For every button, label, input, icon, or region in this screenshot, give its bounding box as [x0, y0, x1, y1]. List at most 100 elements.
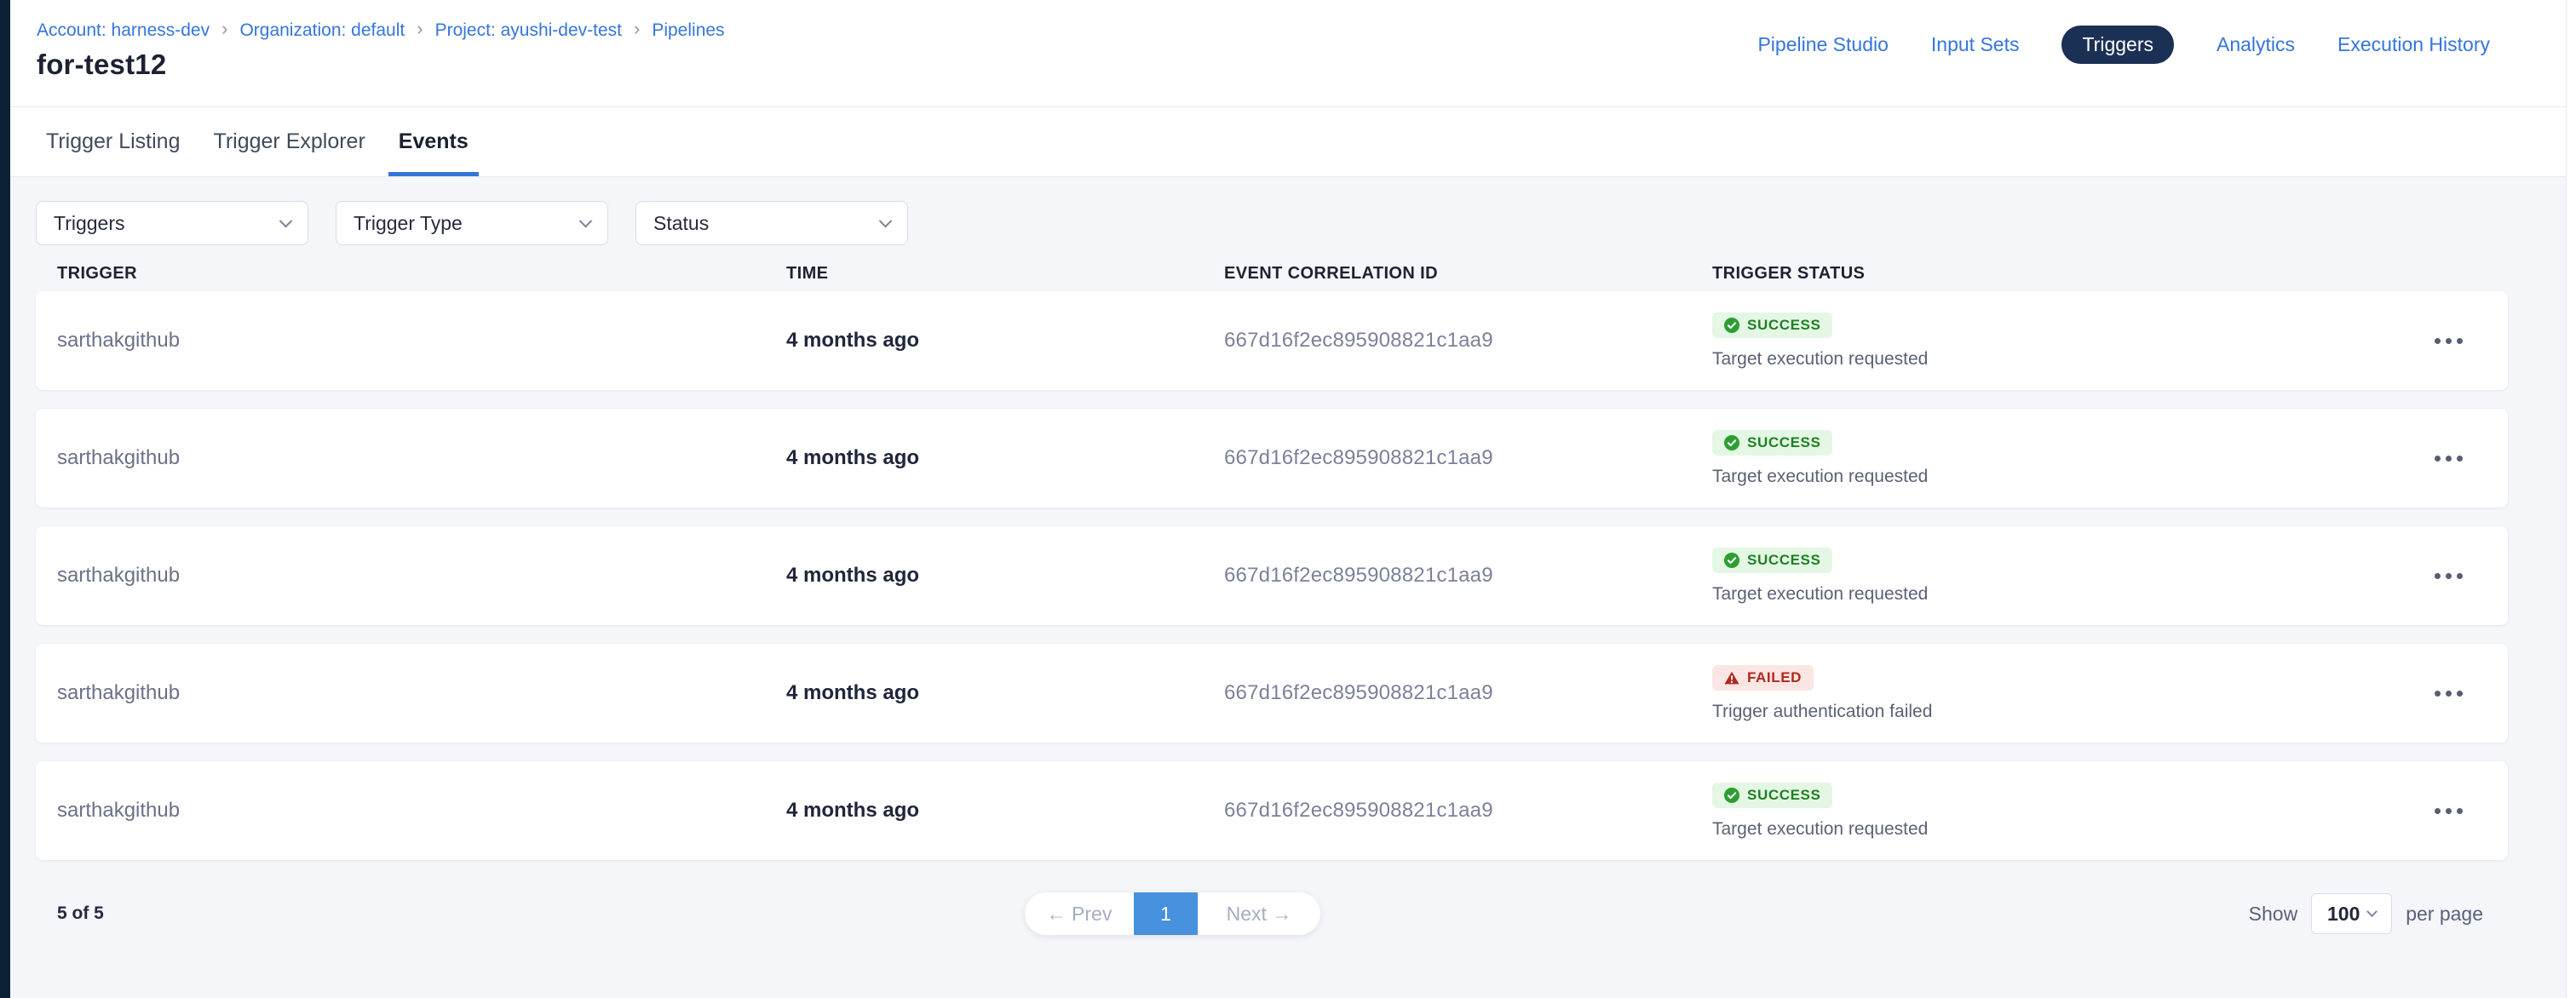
- status-detail-text: Target execution requested: [1712, 467, 1928, 487]
- event-time: 4 months ago: [786, 681, 1224, 705]
- trigger-name: sarthakgithub: [57, 329, 786, 353]
- status-detail-text: Target execution requested: [1712, 819, 1928, 840]
- event-correlation-id: 667d16f2ec895908821c1aa9: [1224, 564, 1712, 588]
- success-check-icon: [1724, 318, 1739, 333]
- events-table-body: sarthakgithub 4 months ago 667d16f2ec895…: [36, 291, 2508, 860]
- success-check-icon: [1724, 553, 1739, 568]
- event-time: 4 months ago: [786, 564, 1224, 588]
- status-badge-label: FAILED: [1747, 669, 1802, 686]
- status-badge-label: SUCCESS: [1747, 552, 1820, 569]
- trigger-name: sarthakgithub: [57, 564, 786, 588]
- page-1-button[interactable]: 1: [1134, 892, 1198, 935]
- prev-page-button[interactable]: ← Prev: [1025, 892, 1134, 935]
- page-size-select[interactable]: 100: [2311, 893, 2392, 934]
- status-badge: SUCCESS: [1712, 783, 1832, 808]
- triggers-filter-label: Triggers: [54, 212, 125, 235]
- table-row[interactable]: sarthakgithub 4 months ago 667d16f2ec895…: [36, 409, 2508, 508]
- tab-trigger-explorer[interactable]: Trigger Explorer: [203, 107, 375, 176]
- column-header-time: TIME: [786, 264, 1224, 284]
- nav-pipeline-studio[interactable]: Pipeline Studio: [1757, 33, 1888, 56]
- triggers-filter-dropdown[interactable]: Triggers: [36, 201, 308, 245]
- status-detail-text: Target execution requested: [1712, 349, 1928, 370]
- status-badge: SUCCESS: [1712, 313, 1832, 338]
- events-table-header: TRIGGER TIME EVENT CORRELATION ID TRIGGE…: [36, 261, 2508, 286]
- tab-events[interactable]: Events: [388, 107, 479, 176]
- nav-analytics[interactable]: Analytics: [2217, 33, 2295, 56]
- trigger-name: sarthakgithub: [57, 446, 786, 470]
- trigger-name: sarthakgithub: [57, 681, 786, 705]
- chevron-down-icon: [579, 214, 593, 227]
- status-badge: FAILED: [1712, 665, 1814, 691]
- row-options-menu-button[interactable]: [2426, 330, 2471, 353]
- page-size-control: Show 100 per page: [2249, 892, 2483, 935]
- event-correlation-id: 667d16f2ec895908821c1aa9: [1224, 446, 1712, 470]
- pager: ← Prev 1 Next →: [1025, 892, 1320, 935]
- trigger-name: sarthakgithub: [57, 799, 786, 823]
- pagination-bar: 5 of 5 ← Prev 1 Next → Show 100 per page: [36, 892, 2508, 935]
- status-filter-label: Status: [653, 212, 709, 235]
- breadcrumb-organization[interactable]: Organization: default: [239, 20, 405, 41]
- column-header-trigger-status: TRIGGER STATUS: [1712, 264, 2414, 284]
- breadcrumb-project[interactable]: Project: ayushi-dev-test: [435, 20, 622, 41]
- row-options-menu-button[interactable]: [2426, 447, 2471, 470]
- breadcrumb-separator-icon: ›: [634, 20, 640, 41]
- status-badge-label: SUCCESS: [1747, 434, 1820, 451]
- app-left-nav-edge: [0, 0, 10, 998]
- pipeline-section-nav: Pipeline Studio Input Sets Triggers Anal…: [1757, 26, 2490, 63]
- nav-triggers-active[interactable]: Triggers: [2061, 26, 2174, 64]
- event-time: 4 months ago: [786, 799, 1224, 823]
- row-options-menu-button[interactable]: [2426, 682, 2471, 705]
- pipeline-triggers-page: Account: harness-dev › Organization: def…: [10, 0, 2576, 998]
- status-badge: SUCCESS: [1712, 548, 1832, 573]
- row-options-menu-button[interactable]: [2426, 800, 2471, 823]
- chevron-down-icon: [2367, 906, 2378, 917]
- nav-execution-history[interactable]: Execution History: [2337, 33, 2490, 56]
- chevron-down-icon: [879, 214, 893, 227]
- trigger-status-cell: SUCCESS Target execution requested: [1712, 783, 2414, 840]
- table-row[interactable]: sarthakgithub 4 months ago 667d16f2ec895…: [36, 291, 2508, 390]
- trigger-type-filter-label: Trigger Type: [354, 212, 463, 235]
- items-count: 5 of 5: [57, 903, 104, 924]
- table-row[interactable]: sarthakgithub 4 months ago 667d16f2ec895…: [36, 526, 2508, 625]
- event-time: 4 months ago: [786, 446, 1224, 470]
- breadcrumb-account[interactable]: Account: harness-dev: [37, 20, 210, 41]
- page-header: Account: harness-dev › Organization: def…: [10, 0, 2576, 107]
- column-header-event-correlation-id: EVENT CORRELATION ID: [1224, 264, 1712, 284]
- trigger-status-cell: FAILED Trigger authentication failed: [1712, 665, 2414, 722]
- column-header-trigger: TRIGGER: [57, 264, 786, 284]
- trigger-status-cell: SUCCESS Target execution requested: [1712, 313, 2414, 370]
- filter-bar: Triggers Trigger Type Status: [36, 177, 2508, 245]
- status-badge: SUCCESS: [1712, 430, 1832, 456]
- nav-input-sets[interactable]: Input Sets: [1931, 33, 2020, 56]
- triggers-tab-bar: Trigger Listing Trigger Explorer Events: [10, 107, 2576, 177]
- status-badge-label: SUCCESS: [1747, 317, 1820, 334]
- success-check-icon: [1724, 435, 1739, 450]
- breadcrumb-pipelines[interactable]: Pipelines: [652, 20, 724, 41]
- event-correlation-id: 667d16f2ec895908821c1aa9: [1224, 329, 1712, 353]
- trigger-status-cell: SUCCESS Target execution requested: [1712, 430, 2414, 487]
- event-correlation-id: 667d16f2ec895908821c1aa9: [1224, 799, 1712, 823]
- chevron-down-icon: [279, 214, 293, 227]
- breadcrumb-separator-icon: ›: [221, 20, 227, 41]
- events-content: Triggers Trigger Type Status TRIGGER TIM…: [10, 177, 2576, 998]
- table-row[interactable]: sarthakgithub 4 months ago 667d16f2ec895…: [36, 761, 2508, 860]
- success-check-icon: [1724, 788, 1739, 803]
- row-options-menu-button[interactable]: [2426, 565, 2471, 588]
- page-size-value: 100: [2327, 903, 2360, 926]
- breadcrumb-separator-icon: ›: [417, 20, 423, 41]
- show-label: Show: [2249, 903, 2298, 926]
- scrollbar-gutter: [2566, 0, 2576, 998]
- trigger-type-filter-dropdown[interactable]: Trigger Type: [336, 201, 608, 245]
- trigger-status-cell: SUCCESS Target execution requested: [1712, 548, 2414, 605]
- tab-trigger-listing[interactable]: Trigger Listing: [36, 107, 190, 176]
- status-detail-text: Target execution requested: [1712, 584, 1928, 605]
- status-badge-label: SUCCESS: [1747, 787, 1820, 804]
- per-page-label: per page: [2406, 903, 2483, 926]
- failed-warning-icon: [1724, 671, 1739, 685]
- event-time: 4 months ago: [786, 329, 1224, 353]
- next-page-button[interactable]: Next →: [1198, 892, 1320, 935]
- table-row[interactable]: sarthakgithub 4 months ago 667d16f2ec895…: [36, 644, 2508, 743]
- status-detail-text: Trigger authentication failed: [1712, 702, 1932, 722]
- event-correlation-id: 667d16f2ec895908821c1aa9: [1224, 681, 1712, 705]
- status-filter-dropdown[interactable]: Status: [635, 201, 908, 245]
